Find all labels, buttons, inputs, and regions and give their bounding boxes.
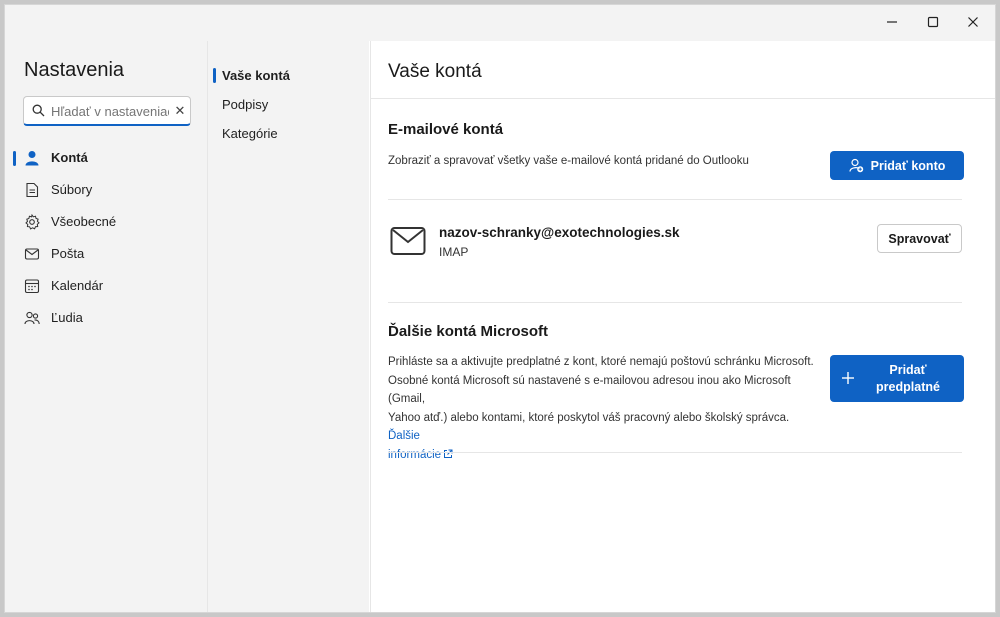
plus-icon [841,371,855,385]
search-box[interactable]: ✕ [23,96,191,126]
more-info-link[interactable]: Ďalšie [388,430,420,442]
gear-icon [24,213,40,230]
file-icon [24,182,40,198]
microsoft-accounts-heading: Ďalšie kontá Microsoft [388,323,549,340]
subnav-item-label: Kategórie [222,126,278,141]
section-divider [388,199,962,200]
envelope-icon [390,226,426,261]
search-input[interactable] [51,101,169,121]
more-info-link-continued[interactable]: informácie [388,449,441,461]
clear-search-icon[interactable]: ✕ [171,101,189,121]
description-line: Yahoo atď.) alebo kontami, ktoré poskyto… [388,411,790,443]
external-link-icon [443,447,453,466]
description-line: informácie [388,446,818,466]
nav-item-konta[interactable]: Kontá [5,144,207,172]
subnav-item-podpisy[interactable]: Podpisy [208,93,370,117]
nav-item-label: Kontá [51,150,88,165]
account-email: nazov-schranky@exotechnologies.sk [439,225,680,240]
microsoft-accounts-description: Prihláste sa a aktivujte predplatné z ko… [388,353,818,465]
header-divider [371,98,995,99]
minimize-icon[interactable] [870,5,914,39]
close-icon[interactable] [951,5,995,39]
nav-item-kalendar[interactable]: Kalendár [5,272,207,300]
subnav-item-label: Podpisy [222,97,269,112]
accounts-subnav: Vaše kontá Podpisy Kategórie [207,41,370,612]
section-divider [388,452,962,453]
add-subscription-button[interactable]: Pridať predplatné [830,355,964,402]
nav-item-label: Pošta [51,246,85,261]
subnav-item-label: Vaše kontá [222,68,290,83]
nav-item-label: Všeobecné [51,214,117,229]
person-icon [24,150,40,166]
accounts-content: Vaše kontá E-mailové kontá Zobraziť a sp… [370,41,995,612]
calendar-icon [24,278,40,294]
active-indicator [213,68,216,83]
nav-item-label: Súbory [51,182,93,197]
nav-item-vseobecne[interactable]: Všeobecné [5,208,207,236]
title-bar [5,5,995,41]
subnav-item-kategorie[interactable]: Kategórie [208,122,370,146]
description-line: Osobné kontá Microsoft sú nastavené s e-… [388,374,791,406]
email-accounts-heading: E-mailové kontá [388,121,504,138]
settings-nav: Nastavenia ✕ Kontá Súbory Všeob [5,41,207,612]
add-account-label: Pridať konto [870,158,946,173]
nav-item-label: Kalendár [51,278,104,293]
account-type: IMAP [439,245,469,259]
active-indicator [13,151,16,166]
mail-icon [24,246,40,262]
section-divider [388,302,962,303]
search-icon [32,104,45,122]
nav-item-ludia[interactable]: Ľudia [5,304,207,332]
add-account-button[interactable]: Pridať konto [830,151,964,180]
subnav-item-vase-konta[interactable]: Vaše kontá [208,64,370,88]
add-subscription-label: Pridať predplatné [876,363,940,394]
people-icon [24,310,40,326]
nav-item-posta[interactable]: Pošta [5,240,207,268]
nav-item-subory[interactable]: Súbory [5,176,207,204]
nav-item-label: Ľudia [51,310,83,325]
email-accounts-description: Zobraziť a spravovať všetky vaše e-mailo… [388,155,749,167]
maximize-icon[interactable] [911,5,955,39]
settings-window: Nastavenia ✕ Kontá Súbory Všeob [4,4,996,613]
manage-account-button[interactable]: Spravovať [877,224,962,253]
page-title: Vaše kontá [388,61,482,82]
settings-title: Nastavenia [24,59,125,81]
add-person-icon [849,158,864,173]
description-line: Prihláste sa a aktivujte predplatné z ko… [388,356,814,368]
